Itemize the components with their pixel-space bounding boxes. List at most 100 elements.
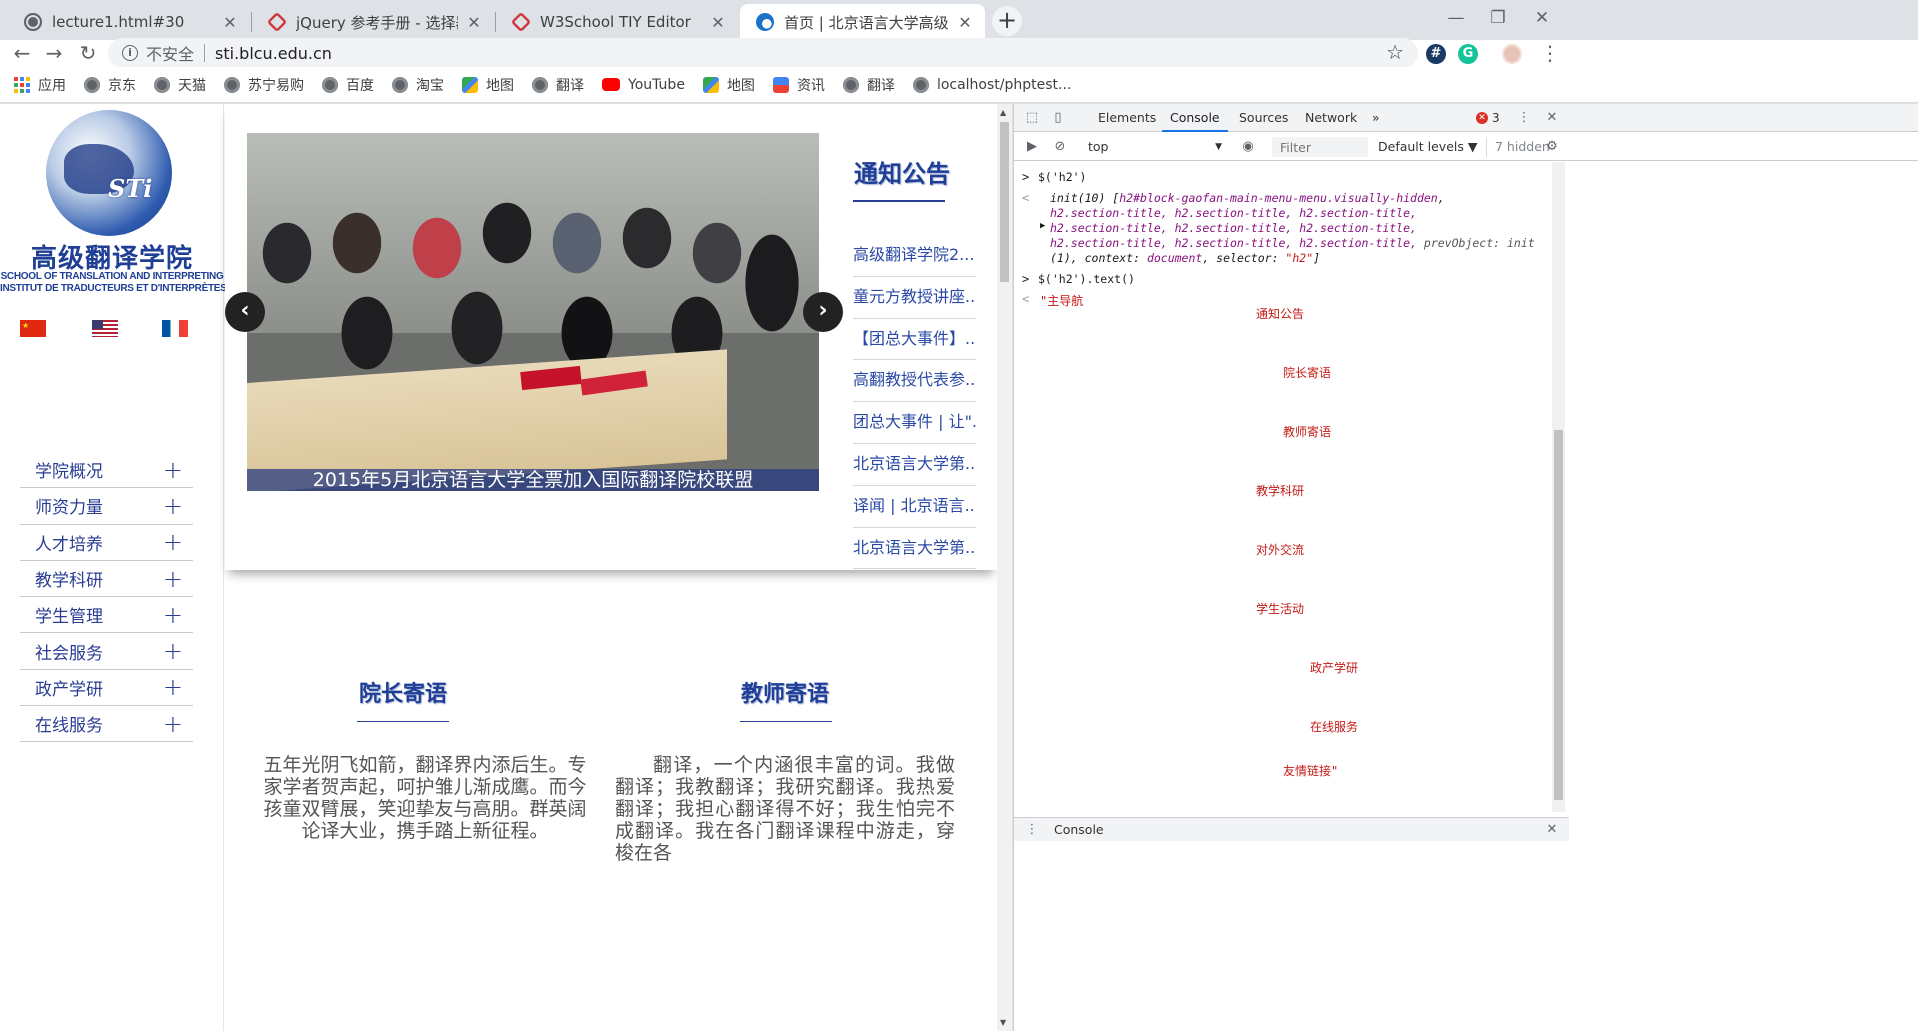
bookmark-item[interactable]: localhost/phptest... [912,76,1071,93]
nav-item[interactable]: 师资力量 + [20,488,193,525]
scroll-down-icon[interactable]: ▼ [1000,1018,1006,1027]
drawer-menu-icon[interactable]: ⋮ [1024,822,1040,838]
reload-button[interactable]: ↻ [74,40,102,66]
chevron-left-icon[interactable]: ‹ [225,292,265,332]
minimize-button[interactable]: — [1434,4,1478,32]
nav-item[interactable]: 在线服务 + [20,706,193,743]
close-icon[interactable]: ✕ [1544,110,1560,126]
plus-icon[interactable]: + [163,712,183,736]
console-result[interactable]: init(10) [h2#block-gaofan-main-menu-menu… [1050,191,1445,205]
plus-icon[interactable]: + [163,530,183,554]
teacher-message-heading[interactable]: 教师寄语 [741,676,829,708]
filter-input[interactable] [1272,137,1368,157]
nav-item[interactable]: 学生管理 + [20,597,193,634]
close-icon[interactable]: ✕ [957,13,973,32]
tab-sources[interactable]: Sources [1239,104,1288,132]
log-levels-dropdown[interactable]: Default levels ▼ [1378,137,1477,157]
error-counter[interactable]: ✕ 3 [1476,111,1500,125]
tab-elements[interactable]: Elements [1098,104,1156,132]
bookmark-item[interactable]: 翻译 [532,75,584,95]
slideshow[interactable]: 2015年5月北京语言大学全票加入国际翻译院校联盟 [247,133,819,491]
browser-tab[interactable]: jQuery 参考手册 - 选择器 ✕ [252,4,494,40]
info-icon[interactable]: i [122,45,138,61]
chevron-right-icon[interactable]: › [803,292,843,332]
bookmark-item[interactable]: 京东 [84,75,136,95]
profile-avatar[interactable] [1502,44,1522,64]
notice-link[interactable]: 译闻 | 北京语言... [853,486,976,528]
context-selector[interactable]: top ▼ [1088,137,1226,157]
notice-link[interactable]: 高级翻译学院2... [853,235,976,277]
browser-menu-icon[interactable]: ⋮ [1536,40,1564,66]
notice-link[interactable]: 团总大事件 | 让"... [853,402,976,444]
page-scrollbar[interactable]: ▲ ▼ [997,104,1012,1031]
close-icon[interactable]: ✕ [710,13,726,32]
bookmark-item[interactable]: 淘宝 [392,75,444,95]
dean-message-heading[interactable]: 院长寄语 [359,676,447,708]
scrollbar-thumb[interactable] [1554,430,1563,800]
bookmark-item[interactable]: 苏宁易购 [224,75,304,95]
drawer-tab-console[interactable]: Console [1054,822,1104,837]
forward-button[interactable]: → [40,40,68,66]
tab-network[interactable]: Network [1305,104,1357,132]
plus-icon[interactable]: + [163,639,183,663]
bookmark-item[interactable]: 资讯 [772,75,825,95]
devtools-menu-icon[interactable]: ⋮ [1516,110,1532,126]
plus-icon[interactable]: + [163,675,183,699]
notice-link[interactable]: 北京语言大学第... [853,444,976,486]
slide-caption[interactable]: 2015年5月北京语言大学全票加入国际翻译院校联盟 [247,469,819,491]
us-flag-icon[interactable] [92,320,118,337]
device-toolbar-icon[interactable]: ▯ [1050,110,1066,126]
grammarly-icon[interactable]: G [1458,44,1478,64]
expand-triangle-icon[interactable]: ▶ [1040,221,1045,231]
console-scrollbar[interactable] [1552,162,1565,812]
restore-button[interactable]: ❐ [1476,4,1520,32]
url-text[interactable]: sti.blcu.edu.cn [215,44,332,63]
inspect-element-icon[interactable]: ⬚ [1024,110,1040,126]
scrollbar-thumb[interactable] [1000,122,1009,282]
tab-console[interactable]: Console [1162,104,1228,132]
close-icon[interactable]: ✕ [222,13,238,32]
browser-tab-active[interactable]: 首页 | 北京语言大学高级翻译学院 ✕ [740,4,985,40]
notice-link[interactable]: 【团总大事件】... [853,319,976,361]
france-flag-icon[interactable] [162,320,188,337]
gear-icon[interactable]: ⚙ [1544,139,1560,155]
nav-item[interactable]: 政产学研 + [20,670,193,707]
browser-tab[interactable]: lecture1.html#30 ✕ [8,4,250,40]
plus-icon[interactable]: + [163,567,183,591]
back-button[interactable]: ← [8,40,36,66]
notice-link[interactable]: 童元方教授讲座... [853,277,976,319]
star-icon[interactable]: ☆ [1386,40,1404,64]
bookmark-item[interactable]: 地图 [462,75,514,95]
nav-item[interactable]: 教学科研 + [20,561,193,598]
nav-item[interactable]: 社会服务 + [20,633,193,670]
eye-icon[interactable]: ◉ [1240,139,1256,155]
bookmark-item[interactable]: 天猫 [154,75,206,95]
bookmark-item[interactable]: 地图 [702,75,755,95]
nav-item[interactable]: 人才培养 + [20,525,193,561]
scroll-up-icon[interactable]: ▲ [1000,108,1006,117]
china-flag-icon[interactable] [20,320,46,337]
bookmark-item[interactable]: 百度 [322,75,374,95]
browser-tab[interactable]: W3School TIY Editor ✕ [496,4,738,40]
console-output[interactable]: > $('h2') < init(10) [h2#block-gaofan-ma… [1014,162,1554,844]
notice-heading[interactable]: 通知公告 [854,154,950,189]
close-window-button[interactable]: ✕ [1520,4,1564,32]
bookmark-item[interactable]: YouTube [602,77,685,93]
close-icon[interactable]: ✕ [466,13,482,32]
logo-globe-icon[interactable] [46,110,172,236]
address-bar[interactable]: i 不安全 sti.blcu.edu.cn ☆ [108,38,1418,68]
more-tabs-icon[interactable]: » [1372,104,1380,132]
plus-icon[interactable]: + [163,603,183,627]
bookmark-apps[interactable]: 应用 [14,75,66,95]
notice-link[interactable]: 北京语言大学第... [853,528,976,570]
notice-link[interactable]: 高翻教授代表参... [853,360,976,403]
plus-icon[interactable]: + [163,494,183,518]
new-tab-button[interactable]: + [992,6,1022,36]
nav-item[interactable]: 学院概况 + [20,452,193,489]
bookmark-item[interactable]: 翻译 [842,75,895,95]
logo-name[interactable]: 高级翻译学院 [0,238,224,275]
sidebar-toggle-icon[interactable]: ▶ [1024,139,1040,155]
hashtag-extension-icon[interactable]: # [1426,44,1446,64]
plus-icon[interactable]: + [163,458,183,482]
clear-console-icon[interactable]: ⊘ [1052,139,1068,155]
